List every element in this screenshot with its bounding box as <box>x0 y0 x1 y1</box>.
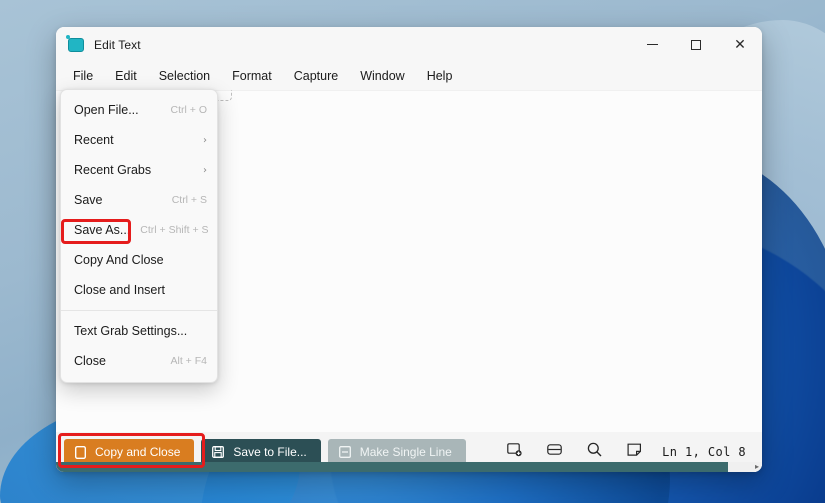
menu-item-recent[interactable]: Recent › <box>61 125 217 155</box>
desktop-wallpaper: Edit Text ✕ File Edit Selection Format C… <box>0 0 825 503</box>
menu-item-label: Text Grab Settings... <box>74 324 207 338</box>
menu-format[interactable]: Format <box>221 65 283 87</box>
menu-item-close-and-insert[interactable]: Close and Insert <box>61 275 217 305</box>
copy-icon <box>75 446 86 459</box>
note-icon <box>627 442 642 462</box>
horizontal-scrollbar-thumb[interactable] <box>56 462 728 472</box>
bottom-toolbar: Copy and Close Save to File... <box>56 432 762 472</box>
menu-selection[interactable]: Selection <box>148 65 221 87</box>
maximize-icon <box>691 40 701 50</box>
menu-bar: File Edit Selection Format Capture Windo… <box>56 62 762 90</box>
menu-help[interactable]: Help <box>416 65 464 87</box>
close-button[interactable]: ✕ <box>718 27 762 62</box>
window-title: Edit Text <box>94 38 141 52</box>
menu-item-save-as[interactable]: Save As... Ctrl + Shift + S <box>61 215 217 245</box>
save-disk-icon <box>212 446 224 458</box>
cursor-position-status: Ln 1, Col 8 <box>662 445 746 459</box>
maximize-button[interactable] <box>674 27 718 62</box>
menu-item-label: Recent Grabs <box>74 163 203 177</box>
menu-window[interactable]: Window <box>349 65 415 87</box>
minimize-icon <box>647 44 658 45</box>
menu-item-close[interactable]: Close Alt + F4 <box>61 346 217 376</box>
chevron-right-icon: › <box>203 135 207 146</box>
window-controls: ✕ <box>630 27 762 62</box>
menu-item-label: Open File... <box>74 103 161 117</box>
menu-item-accelerator: Alt + F4 <box>171 355 207 367</box>
single-line-icon <box>339 446 351 458</box>
menu-item-open-file[interactable]: Open File... Ctrl + O <box>61 95 217 125</box>
menu-file[interactable]: File <box>62 65 104 87</box>
file-dropdown-menu: Open File... Ctrl + O Recent › Recent Gr… <box>60 89 218 383</box>
make-single-line-label: Make Single Line <box>360 445 452 459</box>
save-to-file-label: Save to File... <box>233 445 306 459</box>
menu-item-label: Close <box>74 354 161 368</box>
copy-and-close-label: Copy and Close <box>95 445 180 459</box>
minimize-button[interactable] <box>630 27 674 62</box>
menu-item-label: Recent <box>74 133 203 147</box>
menu-item-label: Copy And Close <box>74 253 207 267</box>
scroll-right-arrow-icon[interactable]: ▸ <box>755 463 759 471</box>
chevron-right-icon: › <box>203 165 207 176</box>
close-icon: ✕ <box>734 38 746 52</box>
menu-item-label: Save <box>74 193 162 207</box>
add-image-icon <box>507 442 522 462</box>
menu-item-label: Save As... <box>74 223 130 237</box>
split-panel-icon <box>547 443 562 461</box>
menu-separator <box>61 310 217 311</box>
horizontal-scrollbar[interactable]: ▸ <box>56 462 762 472</box>
menu-edit[interactable]: Edit <box>104 65 148 87</box>
menu-item-recent-grabs[interactable]: Recent Grabs › <box>61 155 217 185</box>
search-icon <box>587 442 602 462</box>
edit-text-app-icon <box>68 38 84 52</box>
menu-capture[interactable]: Capture <box>283 65 349 87</box>
menu-item-copy-and-close[interactable]: Copy And Close <box>61 245 217 275</box>
menu-item-accelerator: Ctrl + S <box>172 194 207 206</box>
menu-item-label: Close and Insert <box>74 283 207 297</box>
menu-item-accelerator: Ctrl + O <box>171 104 207 116</box>
menu-item-text-grab-settings[interactable]: Text Grab Settings... <box>61 316 217 346</box>
menu-item-save[interactable]: Save Ctrl + S <box>61 185 217 215</box>
title-bar: Edit Text ✕ <box>56 27 762 62</box>
menu-item-accelerator: Ctrl + Shift + S <box>140 224 208 236</box>
